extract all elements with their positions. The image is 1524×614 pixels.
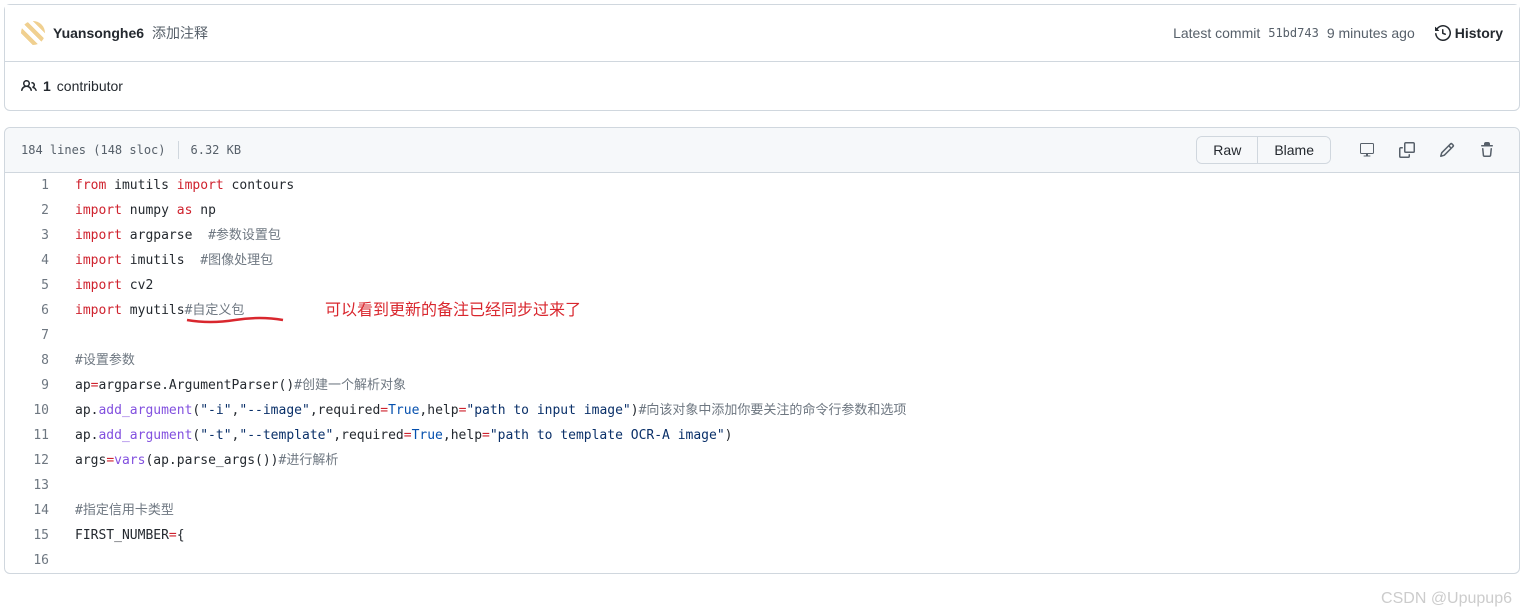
contributor-count: 1 xyxy=(43,78,51,94)
code-line: 8#设置参数 xyxy=(5,348,1519,373)
line-content: #指定信用卡类型 xyxy=(65,498,1519,523)
code-line: 9ap=argparse.ArgumentParser()#创建一个解析对象 xyxy=(5,373,1519,398)
code-line: 3import argparse #参数设置包 xyxy=(5,223,1519,248)
commit-header-box: Yuansonghe6 添加注释 Latest commit 51bd743 9… xyxy=(4,4,1520,111)
line-number[interactable]: 12 xyxy=(5,448,65,473)
copy-button[interactable] xyxy=(1391,136,1423,164)
contributor-label: contributor xyxy=(57,78,123,94)
file-actions: Raw Blame xyxy=(1196,136,1503,164)
line-number[interactable]: 7 xyxy=(5,323,65,348)
code-table: 1from imutils import contours2import num… xyxy=(5,173,1519,573)
code-line: 12args=vars(ap.parse_args())#进行解析 xyxy=(5,448,1519,473)
code-line: 2import numpy as np xyxy=(5,198,1519,223)
code-line: 15FIRST_NUMBER={ xyxy=(5,523,1519,548)
file-info: 184 lines (148 sloc) 6.32 KB xyxy=(21,141,241,159)
line-number[interactable]: 5 xyxy=(5,273,65,298)
blame-button[interactable]: Blame xyxy=(1257,137,1330,163)
divider xyxy=(178,141,179,159)
line-number[interactable]: 2 xyxy=(5,198,65,223)
code-line: 10ap.add_argument("-i","--image",require… xyxy=(5,398,1519,423)
file-size: 6.32 KB xyxy=(191,143,242,157)
line-content: import imutils #图像处理包 xyxy=(65,248,1519,273)
line-content: import cv2 xyxy=(65,273,1519,298)
people-icon xyxy=(21,78,37,94)
history-link[interactable]: History xyxy=(1435,25,1503,41)
line-number[interactable]: 8 xyxy=(5,348,65,373)
commit-time: 9 minutes ago xyxy=(1327,25,1415,41)
line-content: ap.add_argument("-t","--template",requir… xyxy=(65,423,1519,448)
line-content: import argparse #参数设置包 xyxy=(65,223,1519,248)
raw-button[interactable]: Raw xyxy=(1197,137,1257,163)
edit-button[interactable] xyxy=(1431,136,1463,164)
line-content xyxy=(65,323,1519,348)
line-content: args=vars(ap.parse_args())#进行解析 xyxy=(65,448,1519,473)
delete-button[interactable] xyxy=(1471,136,1503,164)
red-annotation: 可以看到更新的备注已经同步过来了 xyxy=(325,298,581,323)
code-line: 13 xyxy=(5,473,1519,498)
history-label: History xyxy=(1455,25,1503,41)
line-content xyxy=(65,548,1519,573)
commit-sha[interactable]: 51bd743 xyxy=(1268,26,1319,40)
line-number[interactable]: 11 xyxy=(5,423,65,448)
line-number[interactable]: 4 xyxy=(5,248,65,273)
contributors-row: 1 contributor xyxy=(5,62,1519,110)
line-content xyxy=(65,473,1519,498)
line-content: from imutils import contours xyxy=(65,173,1519,198)
commit-message[interactable]: 添加注释 xyxy=(152,23,208,43)
line-content: import numpy as np xyxy=(65,198,1519,223)
trash-icon xyxy=(1479,142,1495,158)
file-box: 184 lines (148 sloc) 6.32 KB Raw Blame 1… xyxy=(4,127,1520,574)
latest-commit-label: Latest commit xyxy=(1173,25,1260,41)
line-content: #设置参数 xyxy=(65,348,1519,373)
pencil-icon xyxy=(1439,142,1455,158)
raw-blame-group: Raw Blame xyxy=(1196,136,1331,164)
line-number[interactable]: 14 xyxy=(5,498,65,523)
line-number[interactable]: 3 xyxy=(5,223,65,248)
line-number[interactable]: 13 xyxy=(5,473,65,498)
code-line: 6import myutils#自定义包可以看到更新的备注已经同步过来了 xyxy=(5,298,1519,323)
line-content: import myutils#自定义包可以看到更新的备注已经同步过来了 xyxy=(65,298,1519,323)
line-number[interactable]: 6 xyxy=(5,298,65,323)
copy-icon xyxy=(1399,142,1415,158)
history-icon xyxy=(1435,25,1451,41)
code-line: 4import imutils #图像处理包 xyxy=(5,248,1519,273)
author-link[interactable]: Yuansonghe6 xyxy=(53,25,144,41)
file-lines: 184 lines (148 sloc) xyxy=(21,143,166,157)
line-content: ap.add_argument("-i","--image",required=… xyxy=(65,398,1519,423)
line-number[interactable]: 15 xyxy=(5,523,65,548)
code-line: 7 xyxy=(5,323,1519,348)
commit-row: Yuansonghe6 添加注释 Latest commit 51bd743 9… xyxy=(5,5,1519,62)
code-line: 11ap.add_argument("-t","--template",requ… xyxy=(5,423,1519,448)
line-number[interactable]: 16 xyxy=(5,548,65,573)
code-line: 5import cv2 xyxy=(5,273,1519,298)
line-content: ap=argparse.ArgumentParser()#创建一个解析对象 xyxy=(65,373,1519,398)
line-number[interactable]: 9 xyxy=(5,373,65,398)
avatar[interactable] xyxy=(21,21,45,45)
line-content: FIRST_NUMBER={ xyxy=(65,523,1519,548)
desktop-button[interactable] xyxy=(1351,136,1383,164)
code-line: 16 xyxy=(5,548,1519,573)
code-line: 14#指定信用卡类型 xyxy=(5,498,1519,523)
code-line: 1from imutils import contours xyxy=(5,173,1519,198)
line-number[interactable]: 10 xyxy=(5,398,65,423)
desktop-icon xyxy=(1359,142,1375,158)
watermark: CSDN @Upupup6 xyxy=(1381,590,1512,608)
file-header: 184 lines (148 sloc) 6.32 KB Raw Blame xyxy=(5,128,1519,173)
line-number[interactable]: 1 xyxy=(5,173,65,198)
